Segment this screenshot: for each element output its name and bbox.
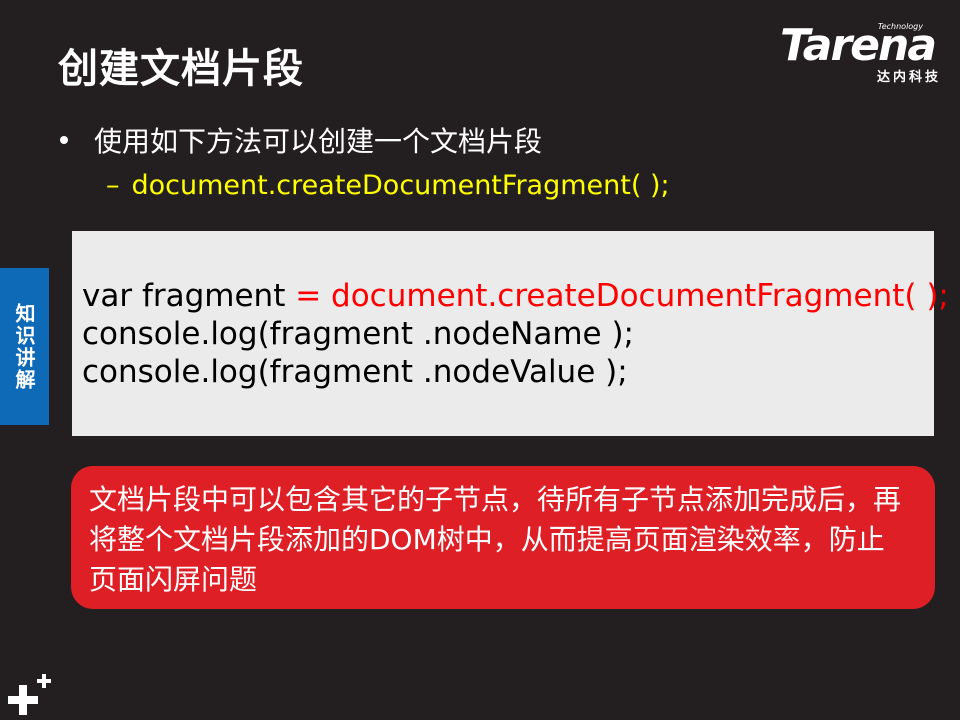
dash-icon: –: [106, 170, 120, 201]
note-callout: 文档片段中可以包含其它的子节点，待所有子节点添加完成后，再将整个文档片段添加的D…: [71, 466, 935, 609]
code-line-3: console.log(fragment .nodeValue );: [82, 354, 628, 390]
slide-title: 创建文档片段: [58, 46, 304, 92]
code-block: var fragment = document.createDocumentFr…: [72, 231, 949, 436]
code-line-1-prefix: var fragment: [82, 278, 296, 314]
code-line-1-highlight: = document.createDocumentFragment( );: [295, 278, 949, 314]
tarena-logo: Technology Tarena 达内科技: [780, 20, 945, 85]
code-line-2: console.log(fragment .nodeName );: [82, 316, 634, 352]
sub-bullet-text: document.createDocumentFragment( );: [131, 170, 670, 201]
logo-wordmark: Tarena: [780, 20, 937, 71]
bullet-item: 使用如下方法可以创建一个文档片段: [58, 120, 542, 160]
note-text: 文档片段中可以包含其它的子节点，待所有子节点添加完成后，再将整个文档片段添加的D…: [89, 483, 902, 596]
side-tab-label: 知识讲解: [12, 302, 36, 391]
sub-bullet-item: – document.createDocumentFragment( );: [106, 170, 670, 201]
logo-subtitle: 达内科技: [876, 70, 941, 85]
plus-cluster-icon: [8, 674, 51, 715]
bullet-text: 使用如下方法可以创建一个文档片段: [94, 125, 543, 158]
knowledge-side-tab: 知识讲解: [0, 268, 49, 425]
bullet-dot-icon: [60, 136, 68, 144]
